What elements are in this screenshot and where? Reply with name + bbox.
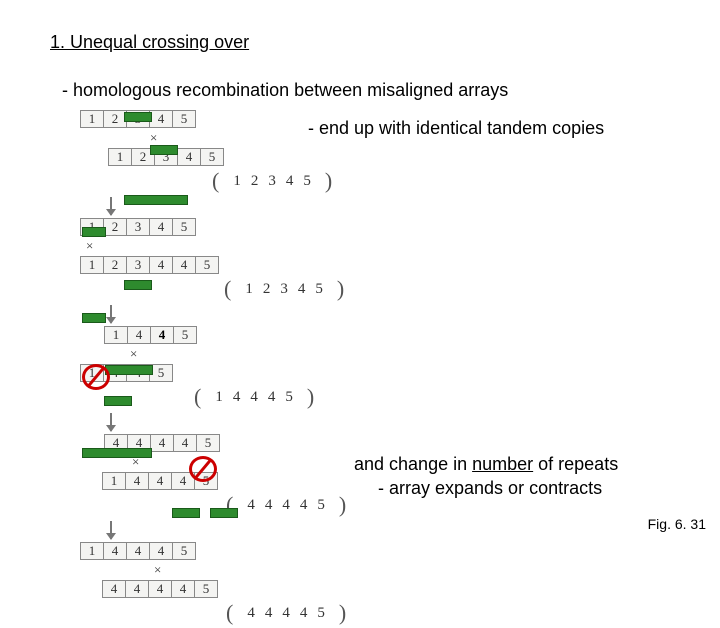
highlight-bar bbox=[105, 365, 153, 375]
array-row: 44445 bbox=[102, 580, 420, 598]
figure-ref: Fig. 6. 31 bbox=[648, 516, 706, 532]
page-title: 1. Unequal crossing over bbox=[50, 32, 249, 53]
highlight-bar bbox=[172, 508, 200, 518]
array-cell: 1 bbox=[108, 148, 132, 166]
highlight-bar bbox=[104, 396, 132, 406]
highlight-bar bbox=[210, 508, 238, 518]
array-cell: 4 bbox=[148, 580, 172, 598]
array-cell: 4 bbox=[149, 218, 173, 236]
paren-value: 4 bbox=[247, 605, 255, 622]
paren-value: 4 bbox=[282, 605, 290, 622]
down-arrow-icon bbox=[110, 413, 112, 431]
array-cell: 5 bbox=[195, 256, 219, 274]
down-arrow-icon bbox=[110, 197, 112, 215]
array-cell: 4 bbox=[103, 542, 127, 560]
highlight-bar bbox=[82, 448, 152, 458]
paren-result: (14445) bbox=[188, 384, 420, 410]
array-row: 12345 bbox=[80, 218, 420, 236]
array-cell: 2 bbox=[103, 256, 127, 274]
array-row: 123445 bbox=[80, 256, 420, 274]
paren-value: 1 bbox=[233, 173, 241, 190]
array-cell: 4 bbox=[173, 434, 197, 452]
highlight-bar bbox=[82, 313, 106, 323]
paren-value: 4 bbox=[250, 389, 258, 406]
down-arrow-icon bbox=[110, 521, 112, 539]
array-cell: 5 bbox=[200, 148, 224, 166]
highlight-bar bbox=[150, 145, 178, 155]
cross-marker: × bbox=[80, 130, 420, 146]
array-cell: 1 bbox=[80, 542, 104, 560]
array-cell: 4 bbox=[149, 542, 173, 560]
highlight-bar bbox=[124, 280, 152, 290]
paren-value: 4 bbox=[282, 497, 290, 514]
array-cell: 4 bbox=[150, 434, 174, 452]
text-fragment: of repeats bbox=[533, 454, 618, 474]
paren-value: 1 bbox=[245, 281, 253, 298]
paren-value: 5 bbox=[303, 173, 311, 190]
cross-marker: × bbox=[80, 346, 420, 362]
subtitle-recombination: - homologous recombination between misal… bbox=[62, 80, 508, 101]
paren-value: 5 bbox=[317, 605, 325, 622]
paren-value: 2 bbox=[251, 173, 259, 190]
array-cell: 5 bbox=[196, 434, 220, 452]
array-row: 1445 bbox=[104, 326, 420, 344]
array-cell: 5 bbox=[172, 110, 196, 128]
paren-value: 4 bbox=[286, 173, 294, 190]
paren-value: 2 bbox=[263, 281, 271, 298]
array-cell: 4 bbox=[172, 256, 196, 274]
paren-value: 4 bbox=[265, 605, 273, 622]
array-cell: 5 bbox=[172, 218, 196, 236]
array-cell: 4 bbox=[126, 542, 150, 560]
array-cell: 2 bbox=[103, 218, 127, 236]
paren-value: 3 bbox=[280, 281, 288, 298]
highlight-bar bbox=[124, 112, 152, 122]
paren-value: 1 bbox=[215, 389, 223, 406]
paren-result: (44445) bbox=[220, 600, 420, 626]
paren-value: 5 bbox=[317, 497, 325, 514]
array-row: 14445 bbox=[80, 542, 420, 560]
array-cell: 3 bbox=[126, 256, 150, 274]
paren-value: 5 bbox=[285, 389, 293, 406]
array-cell: 1 bbox=[80, 256, 104, 274]
paren-value: 4 bbox=[298, 281, 306, 298]
paren-result: (12345) bbox=[206, 168, 420, 194]
array-cell: 1 bbox=[102, 472, 126, 490]
text-number-underlined: number bbox=[472, 454, 533, 474]
array-cell: 4 bbox=[127, 326, 151, 344]
paren-value: 4 bbox=[265, 497, 273, 514]
array-cell: 4 bbox=[125, 580, 149, 598]
array-cell: 5 bbox=[172, 542, 196, 560]
cross-marker: × bbox=[80, 238, 420, 254]
array-cell: 4 bbox=[171, 580, 195, 598]
paren-value: 4 bbox=[300, 605, 308, 622]
array-cell: 1 bbox=[80, 110, 104, 128]
paren-value: 5 bbox=[315, 281, 323, 298]
paren-value: 4 bbox=[247, 497, 255, 514]
array-row: 14445 bbox=[102, 472, 420, 490]
forbidden-icon bbox=[82, 364, 110, 390]
paren-value: 3 bbox=[268, 173, 276, 190]
array-cell: 4 bbox=[125, 472, 149, 490]
paren-result: (12345) bbox=[218, 276, 420, 302]
array-cell: 4 bbox=[177, 148, 201, 166]
array-cell: 1 bbox=[104, 326, 128, 344]
array-cell: 4 bbox=[150, 326, 174, 344]
array-cell: 4 bbox=[149, 256, 173, 274]
array-cell: 5 bbox=[173, 326, 197, 344]
highlight-bar bbox=[82, 227, 106, 237]
down-arrow-icon bbox=[110, 305, 112, 323]
array-cell: 3 bbox=[126, 218, 150, 236]
paren-value: 4 bbox=[300, 497, 308, 514]
array-cell: 5 bbox=[194, 580, 218, 598]
paren-result: (44445) bbox=[220, 492, 420, 518]
array-cell: 4 bbox=[102, 580, 126, 598]
forbidden-icon bbox=[189, 456, 217, 482]
paren-value: 4 bbox=[233, 389, 241, 406]
array-cell: 4 bbox=[148, 472, 172, 490]
cross-marker: × bbox=[80, 562, 420, 578]
paren-value: 4 bbox=[268, 389, 276, 406]
highlight-bar bbox=[124, 195, 188, 205]
array-cell: 4 bbox=[149, 110, 173, 128]
